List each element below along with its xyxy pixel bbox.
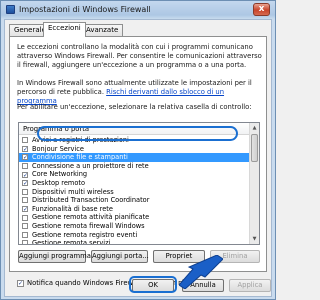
dialog-body: Generale Eccezioni Avanzate Le eccezioni… [4,19,272,297]
exceptions-panel: Le eccezioni controllano la modalità con… [9,36,267,272]
list-item[interactable]: ✓ Bonjour Service [19,145,250,154]
exception-checkbox[interactable] [22,137,28,144]
exception-label: Condivisione file e stampanti [32,153,128,162]
exception-checkbox[interactable] [22,163,28,170]
list-item[interactable]: Gestione remota attività pianificate [19,213,250,222]
exception-checkbox[interactable]: ✓ [22,206,28,213]
exception-label: Gestione remota servizi [32,239,111,245]
add-port-button[interactable]: Aggiungi porta... [91,250,149,263]
list-item[interactable]: Distributed Transaction Coordinator [19,196,250,205]
exception-label: Gestione remota registro eventi [32,230,138,239]
selected-item-highlight [37,126,238,141]
exception-label: Core Networking [32,170,88,179]
exception-label: Funzionalità di base rete [32,204,113,213]
exception-label: Bonjour Service [32,144,84,153]
list-item[interactable]: ✓ Core Networking [19,170,250,179]
window-title: Impostazioni di Windows Firewall [19,5,151,14]
enable-exception-instruction: Per abilitare un'eccezione, selezionare … [17,103,252,111]
intro-paragraph: Le eccezioni controllano la modalità con… [17,43,262,69]
exception-checkbox[interactable]: ✓ [22,154,28,161]
exception-label: Desktop remoto [32,178,85,187]
scroll-thumb[interactable] [251,134,258,162]
tab-avanzate[interactable]: Avanzate [81,24,124,36]
tab-eccezioni[interactable]: Eccezioni [43,22,86,37]
list-item[interactable]: Connessione a un proiettore di rete [19,162,250,171]
exception-label: Gestione remota firewall Windows [32,221,145,230]
title-bar: Impostazioni di Windows Firewall x [1,1,275,19]
exception-checkbox[interactable]: ✓ [22,180,28,187]
list-item[interactable]: Dispositivi multi wireless [19,188,250,197]
exception-checkbox[interactable] [22,231,28,238]
annotation-arrow-icon [179,255,223,289]
exception-checkbox[interactable] [22,197,28,204]
list-item[interactable]: Gestione remota firewall Windows [19,222,250,231]
exception-checkbox[interactable] [22,223,28,230]
scroll-down-icon[interactable]: ▼ [251,235,258,243]
list-item[interactable]: ✓ Funzionalità di base rete [19,205,250,214]
apply-button[interactable]: Applica [229,279,271,292]
list-item[interactable]: ✓ Desktop remoto [19,179,250,188]
list-item[interactable]: ✓ Condivisione file e stampanti [19,153,250,162]
list-scrollbar[interactable]: ▲ ▼ [249,123,259,244]
exception-label: Dispositivi multi wireless [32,187,114,196]
exception-checkbox[interactable] [22,214,28,221]
firewall-icon [6,5,15,14]
exception-label: Connessione a un proiettore di rete [32,161,149,170]
close-button[interactable]: x [253,3,270,16]
ok-button-highlight [129,276,177,293]
notify-checkbox[interactable]: ✓ [17,280,24,287]
scroll-up-icon[interactable]: ▲ [251,124,258,132]
exception-checkbox[interactable]: ✓ [22,145,28,152]
list-item[interactable]: Gestione remota servizi [19,239,250,245]
exception-checkbox[interactable] [22,188,28,195]
add-program-button[interactable]: Aggiungi programma... [18,250,97,263]
exception-checkbox[interactable] [22,240,28,244]
exceptions-items: Avvisi a registri di prestazioni ✓ Bonjour… [19,136,250,245]
exception-label: Gestione remota attività pianificate [32,213,150,222]
firewall-settings-window: Impostazioni di Windows Firewall x Gener… [0,0,276,300]
list-item[interactable]: Gestione remota registro eventi [19,231,250,240]
exception-label: Distributed Transaction Coordinator [32,196,150,205]
network-location-paragraph: In Windows Firewall sono attualmente uti… [17,79,263,106]
exception-checkbox[interactable]: ✓ [22,171,28,178]
